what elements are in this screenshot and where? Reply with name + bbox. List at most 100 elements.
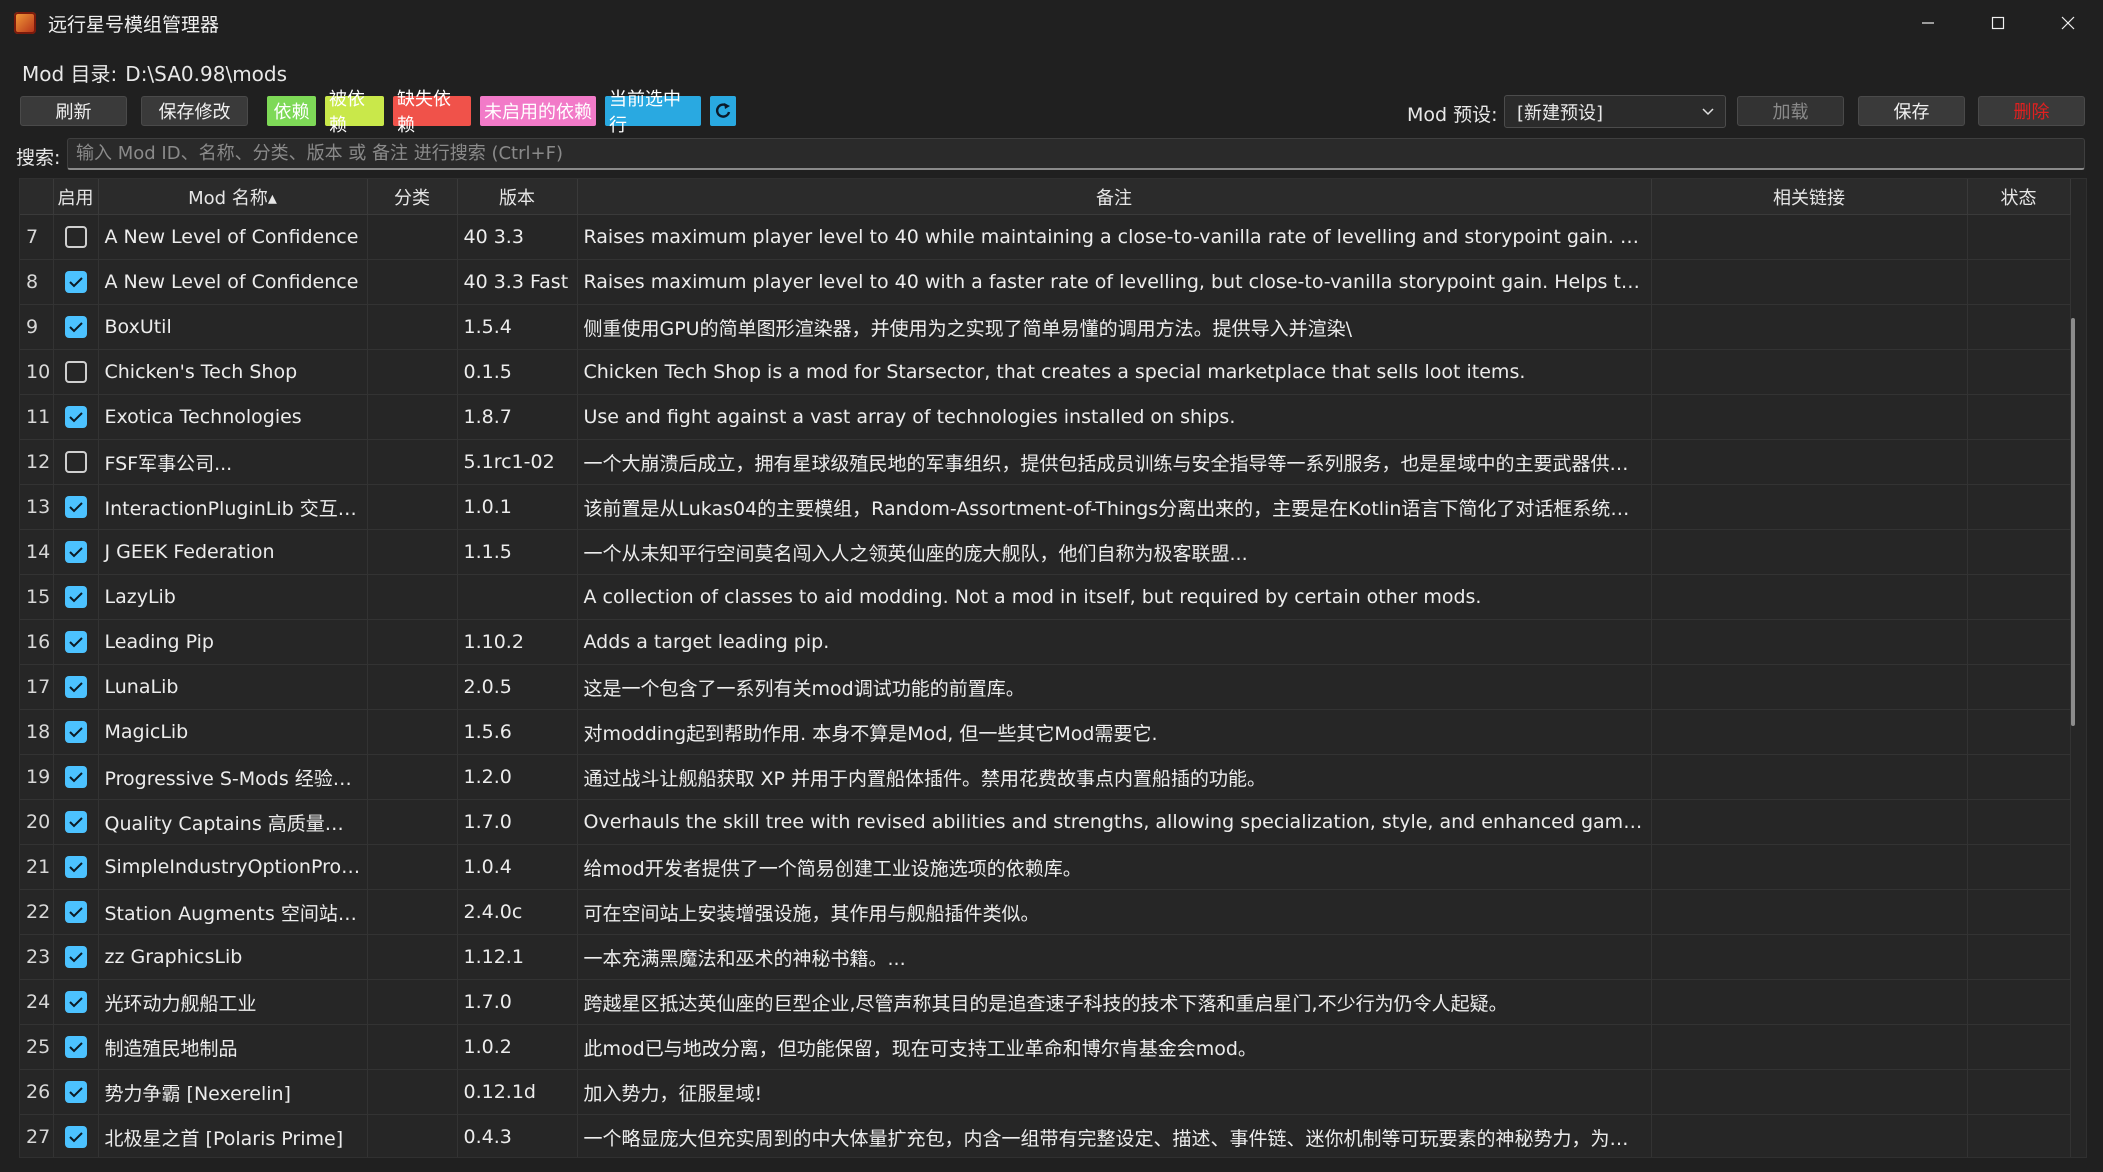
checkbox-checked[interactable]	[64, 631, 87, 654]
row-enabled-cell	[53, 979, 99, 1025]
row-enabled-cell	[53, 484, 99, 530]
checkbox-unchecked[interactable]	[64, 361, 87, 384]
close-button[interactable]	[2033, 0, 2103, 46]
checkbox-checked[interactable]	[64, 1036, 87, 1059]
preset-value: [新建预设]	[1517, 102, 1604, 124]
row-enabled-cell	[53, 349, 99, 395]
row-enabled-cell	[53, 1114, 99, 1157]
table-row[interactable]: 8 A New Level of Confidence 40 3.3 Fast Rai…	[20, 259, 2071, 305]
table-row[interactable]: 23 zz GraphicsLib 1.12.1 一本充满黑魔法和巫术的神秘书籍。..…	[20, 934, 2071, 980]
row-enabled-cell	[53, 529, 99, 575]
table-row[interactable]: 16 Leading Pip 1.10.2 Adds a target leading…	[20, 619, 2071, 665]
header-status[interactable]: 状态	[1967, 179, 2071, 215]
checkbox-unchecked[interactable]	[64, 451, 87, 474]
row-version: 40 3.3	[457, 214, 578, 260]
checkbox-checked[interactable]	[64, 946, 87, 969]
save-preset-button[interactable]: 保存	[1858, 96, 1965, 126]
header-category[interactable]: 分类	[367, 179, 458, 215]
row-index: 8	[20, 259, 54, 305]
row-links	[1651, 844, 1968, 890]
row-status	[1967, 844, 2071, 890]
mod-directory-path: D:\SA0.98\mods	[125, 62, 288, 86]
table-row[interactable]: 19 Progressive S-Mods 经验内播 1.2.0 通过战斗让舰船获取 …	[20, 754, 2071, 800]
checkbox-checked[interactable]	[64, 1081, 87, 1104]
header-index	[20, 179, 54, 215]
row-category	[367, 619, 458, 665]
row-status	[1967, 529, 2071, 575]
table-row[interactable]: 7 A New Level of Confidence 40 3.3 Raises m…	[20, 214, 2071, 260]
checkbox-checked[interactable]	[64, 856, 87, 879]
maximize-button[interactable]	[1963, 0, 2033, 46]
checkbox-checked[interactable]	[64, 406, 87, 429]
checkbox-checked[interactable]	[64, 766, 87, 789]
refresh-button[interactable]: 刷新	[20, 96, 127, 126]
row-links	[1651, 259, 1968, 305]
checkbox-checked[interactable]	[64, 676, 87, 699]
row-links	[1651, 979, 1968, 1025]
search-input[interactable]	[67, 138, 2085, 170]
minimize-button[interactable]	[1893, 0, 1963, 46]
table-row[interactable]: 12 FSF军事公司... 5.1rc1-02 一个大崩溃后成立，拥有星球级殖民地的军…	[20, 439, 2071, 485]
row-mod-name: MagicLib	[98, 709, 368, 755]
checkbox-checked[interactable]	[64, 721, 87, 744]
table-row[interactable]: 13 InteractionPluginLib 交互式... 1.0.1 该前置是从L…	[20, 484, 2071, 530]
row-index: 15	[20, 574, 54, 620]
row-status	[1967, 304, 2071, 350]
header-links[interactable]: 相关链接	[1651, 179, 1968, 215]
row-index: 18	[20, 709, 54, 755]
table-row[interactable]: 17 LunaLib 2.0.5 这是一个包含了一系列有关mod调试功能的前置库。	[20, 664, 2071, 710]
header-note[interactable]: 备注	[577, 179, 1652, 215]
row-note: 给mod开发者提供了一个简易创建工业设施选项的依赖库。	[577, 844, 1652, 890]
table-row[interactable]: 20 Quality Captains 高质量舰长 1.7.0 Overhauls t…	[20, 799, 2071, 845]
table-row[interactable]: 10 Chicken's Tech Shop 0.1.5 Chicken Tech S…	[20, 349, 2071, 395]
preset-dropdown[interactable]: [新建预设]	[1504, 95, 1726, 128]
row-mod-name: Station Augments 空间站增强	[98, 889, 368, 935]
checkbox-checked[interactable]	[64, 316, 87, 339]
load-preset-button[interactable]: 加载	[1737, 96, 1844, 126]
row-version: 1.5.6	[457, 709, 578, 755]
row-version: 1.7.0	[457, 799, 578, 845]
row-enabled-cell	[53, 844, 99, 890]
checkbox-checked[interactable]	[64, 811, 87, 834]
row-status	[1967, 1024, 2071, 1070]
row-links	[1651, 394, 1968, 440]
table-header-row: 启用 Mod 名称▴ 分类 版本 备注 相关链接 状态	[20, 179, 2071, 215]
header-enabled[interactable]: 启用	[53, 179, 99, 215]
row-index: 10	[20, 349, 54, 395]
delete-preset-button[interactable]: 删除	[1978, 96, 2085, 126]
row-enabled-cell	[53, 304, 99, 350]
checkmark-icon	[68, 637, 83, 648]
table-row[interactable]: 15 LazyLib A collection of classes to aid …	[20, 574, 2071, 620]
checkbox-checked[interactable]	[64, 901, 87, 924]
row-enabled-cell	[53, 889, 99, 935]
table-row[interactable]: 18 MagicLib 1.5.6 对modding起到帮助作用. 本身不算是Mod,…	[20, 709, 2071, 755]
row-category	[367, 439, 458, 485]
checkbox-checked[interactable]	[64, 496, 87, 519]
table-row[interactable]: 22 Station Augments 空间站增强 2.4.0c 可在空间站上安装增强…	[20, 889, 2071, 935]
checkbox-checked[interactable]	[64, 991, 87, 1014]
header-mod-name[interactable]: Mod 名称▴	[98, 179, 368, 215]
checkbox-checked[interactable]	[64, 586, 87, 609]
table-row[interactable]: 27 北极星之首 [Polaris Prime] 0.4.3 一个略显庞大但充实周到的…	[20, 1114, 2071, 1157]
vertical-scrollbar[interactable]	[2071, 318, 2075, 726]
header-version[interactable]: 版本	[457, 179, 578, 215]
save-changes-button[interactable]: 保存修改	[141, 96, 248, 126]
row-index: 14	[20, 529, 54, 575]
checkbox-checked[interactable]	[64, 541, 87, 564]
table-row[interactable]: 21 SimpleIndustryOptionProvid... 1.0.4 给mod…	[20, 844, 2071, 890]
row-index: 11	[20, 394, 54, 440]
checkbox-checked[interactable]	[64, 1126, 87, 1149]
mod-table: 启用 Mod 名称▴ 分类 版本 备注 相关链接 状态 7 A New Level…	[19, 178, 2087, 1158]
table-row[interactable]: 9 BoxUtil 1.5.4 侧重使用GPU的简单图形渲染器，并使用为之实现了简单易…	[20, 304, 2071, 350]
table-row[interactable]: 11 Exotica Technologies 1.8.7 Use and fight…	[20, 394, 2071, 440]
checkbox-unchecked[interactable]	[64, 226, 87, 249]
table-row[interactable]: 25 制造殖民地制品 1.0.2 此mod已与地改分离，但功能保留，现在可支持工业革命…	[20, 1024, 2071, 1070]
table-row[interactable]: 14 J GEEK Federation 1.1.5 一个从未知平行空间莫名闯入人之领…	[20, 529, 2071, 575]
row-note: Chicken Tech Shop is a mod for Starsecto…	[577, 349, 1652, 395]
table-row[interactable]: 24 光环动力舰船工业 1.7.0 跨越星区抵达英仙座的巨型企业,尽管声称其目的是追查…	[20, 979, 2071, 1025]
checkbox-checked[interactable]	[64, 271, 87, 294]
row-index: 23	[20, 934, 54, 980]
refresh-color-button[interactable]	[710, 96, 736, 126]
row-category	[367, 349, 458, 395]
table-row[interactable]: 26 势力争霸 [Nexerelin] 0.12.1d 加入势力，征服星域!	[20, 1069, 2071, 1115]
